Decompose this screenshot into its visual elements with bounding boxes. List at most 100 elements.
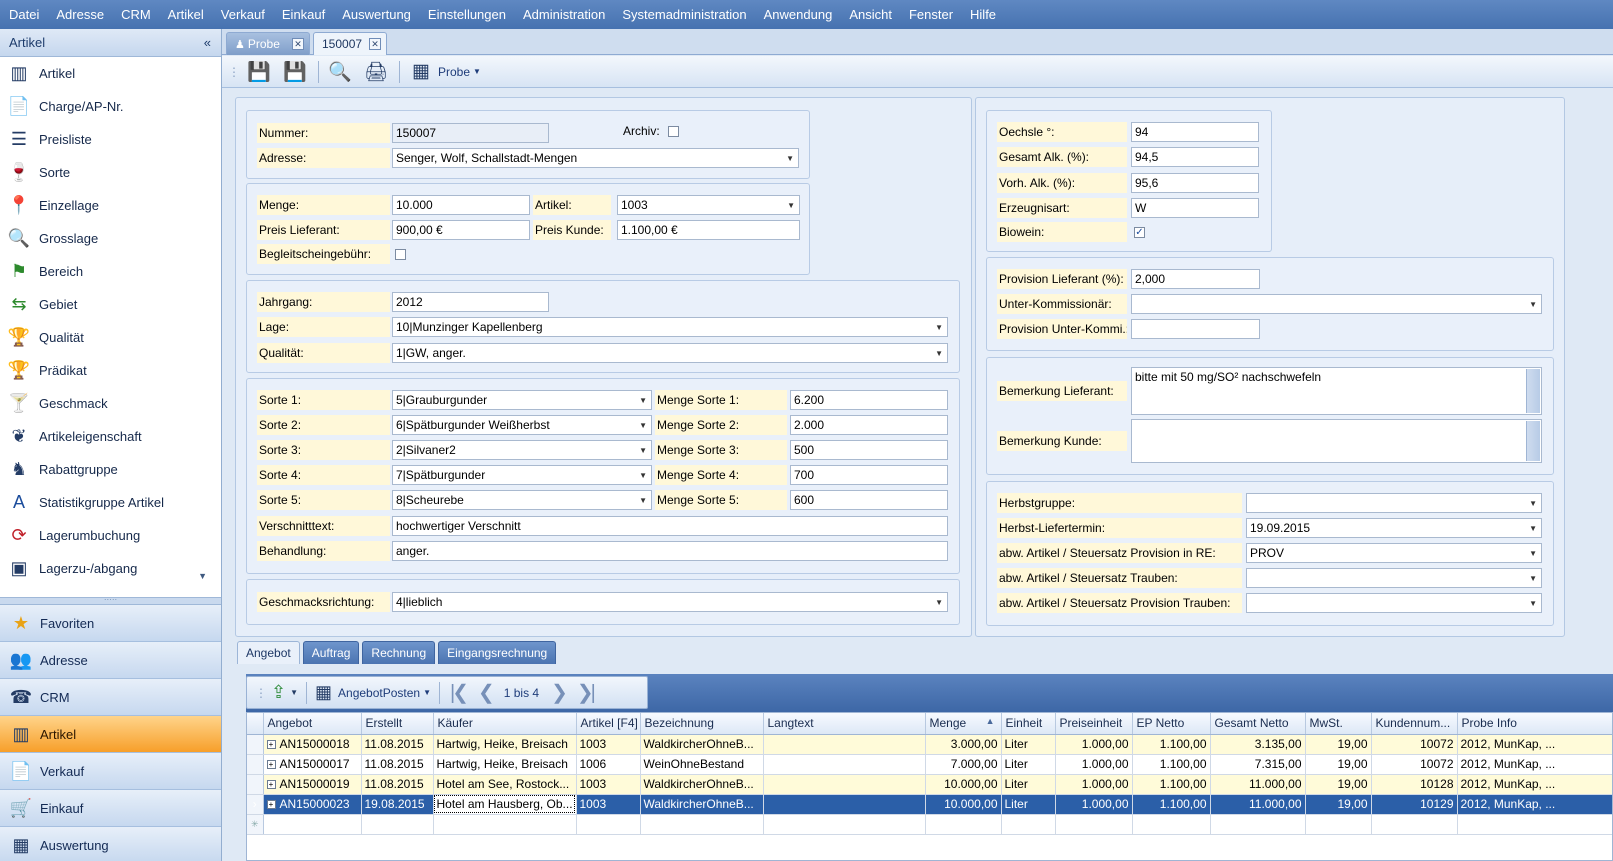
sidebar-splitter[interactable]: ·····	[0, 596, 221, 605]
export-button[interactable]: ⇪ ▼	[271, 682, 298, 703]
first-page-button[interactable]: |❮	[450, 680, 469, 705]
sidebar-item-5[interactable]: 🔍 Grosslage	[0, 222, 221, 255]
sidebar-item-9[interactable]: 🏆 Prädikat	[0, 354, 221, 387]
table-row[interactable]: › + AN15000023 19.08.2015 Hotel am Hausberg,…	[247, 794, 1612, 815]
table-row[interactable]: + AN15000019 11.08.2015 Hotel am See, Rosto…	[247, 774, 1612, 795]
sidebar-group-favoriten[interactable]: ★ Favoriten	[0, 605, 221, 642]
tab-probe[interactable]: ♟ Probe ✕	[226, 32, 310, 55]
next-page-button[interactable]: ❯	[551, 680, 568, 705]
menu-auswertung[interactable]: Auswertung	[333, 7, 419, 22]
save-close-button[interactable]: 💾	[244, 59, 274, 85]
behandlung-field[interactable]: anger.	[392, 541, 948, 561]
oechsle-field[interactable]: 94	[1131, 122, 1259, 142]
bemerkung-lieferant-field[interactable]: bitte mit 50 mg/SO² nachschwefeln	[1131, 367, 1542, 415]
row-indicator[interactable]	[247, 734, 264, 755]
column-header-6[interactable]: Menge ▲	[925, 713, 1002, 735]
tab-angebot[interactable]: Angebot	[237, 641, 300, 664]
menu-administration[interactable]: Administration	[514, 7, 613, 22]
row-indicator[interactable]	[247, 774, 264, 795]
sorte-4-select[interactable]: 7|Spätburgunder ▼	[392, 465, 652, 485]
sidebar-item-4[interactable]: 📍 Einzellage	[0, 189, 221, 222]
column-header-1[interactable]: Erstellt	[361, 713, 434, 735]
sidebar-item-7[interactable]: ⇆ Gebiet	[0, 288, 221, 321]
abw-provision-re-select[interactable]: PROV ▼	[1246, 543, 1542, 563]
sorte-3-select[interactable]: 2|Silvaner2 ▼	[392, 440, 652, 460]
sidebar-item-15[interactable]: ▣ Lagerzu-/abgang	[0, 552, 221, 585]
close-tab-probe-button[interactable]: ✕	[292, 38, 304, 50]
herbstgruppe-select[interactable]: ▼	[1246, 493, 1542, 513]
geschmacksrichtung-select[interactable]: 4|lieblich ▼	[392, 592, 948, 612]
table-row[interactable]: + AN15000018 11.08.2015 Hartwig, Heike, Bre…	[247, 734, 1612, 755]
adresse-select[interactable]: Senger, Wolf, Schallstadt-Mengen ▼	[392, 148, 799, 168]
column-header-3[interactable]: Artikel [F4]	[576, 713, 641, 735]
menu-crm[interactable]: CRM	[112, 7, 159, 22]
collapse-sidebar-button[interactable]: «	[204, 35, 211, 50]
menu-systemadministration[interactable]: Systemadministration	[613, 7, 754, 22]
lage-select[interactable]: 10|Munzinger Kapellenberg ▼	[392, 317, 948, 337]
expand-icon[interactable]: +	[266, 740, 276, 750]
menge-sorte-3-field[interactable]: 500	[790, 440, 948, 460]
print-button[interactable]: 🖨	[361, 59, 391, 85]
menge-sorte-4-field[interactable]: 700	[790, 465, 948, 485]
sidebar-group-einkauf[interactable]: 🛒 Einkauf	[0, 790, 221, 827]
sidebar-item-3[interactable]: 🍷 Sorte	[0, 156, 221, 189]
close-tab-150007-button[interactable]: ✕	[369, 38, 381, 50]
last-page-button[interactable]: ❯|	[577, 680, 596, 705]
jahrgang-field[interactable]: 2012	[392, 292, 549, 312]
column-header-10[interactable]: Gesamt Netto	[1210, 713, 1306, 735]
print-preview-button[interactable]: 🔍	[325, 59, 355, 85]
menge-sorte-2-field[interactable]: 2.000	[790, 415, 948, 435]
abw-trauben-select[interactable]: ▼	[1246, 568, 1542, 588]
menu-adresse[interactable]: Adresse	[47, 7, 112, 22]
verschnitttext-field[interactable]: hochwertiger Verschnitt	[392, 516, 948, 536]
layout-button[interactable]: ▦	[406, 59, 436, 85]
column-header-13[interactable]: Probe Info	[1457, 713, 1612, 735]
unter-kommissionaer-select[interactable]: ▼	[1131, 294, 1542, 314]
sidebar-item-10[interactable]: 🍸 Geschmack	[0, 387, 221, 420]
column-header-0[interactable]: Angebot	[263, 713, 362, 735]
artikel-select[interactable]: 1003 ▼	[617, 195, 800, 215]
sidebar-group-crm[interactable]: ☎ CRM	[0, 679, 221, 716]
expand-icon[interactable]: +	[266, 780, 276, 790]
erzeugnisart-field[interactable]: W	[1131, 198, 1259, 218]
sidebar-group-artikel[interactable]: ▥ Artikel	[0, 716, 221, 753]
scrollbar[interactable]	[1526, 369, 1540, 413]
column-header-8[interactable]: Preiseinheit	[1055, 713, 1133, 735]
nummer-field[interactable]: 150007	[392, 123, 549, 143]
menu-verkauf[interactable]: Verkauf	[212, 7, 273, 22]
preis-lieferant-field[interactable]: 900,00 €	[392, 220, 530, 240]
menu-artikel[interactable]: Artikel	[159, 7, 212, 22]
sidebar-item-14[interactable]: ⟳ Lagerumbuchung	[0, 519, 221, 552]
column-header-7[interactable]: Einheit	[1001, 713, 1056, 735]
tab-rechnung[interactable]: Rechnung	[362, 641, 436, 664]
menu-datei[interactable]: Datei	[0, 7, 47, 22]
scrollbar[interactable]	[1526, 421, 1540, 461]
row-indicator[interactable]	[247, 754, 264, 775]
menu-anwendung[interactable]: Anwendung	[755, 7, 841, 22]
angebotposten-button[interactable]: ▦ AngebotPosten ▼	[315, 682, 431, 703]
column-header-5[interactable]: Langtext	[763, 713, 926, 735]
prev-page-button[interactable]: ❮	[478, 680, 495, 705]
tab-eingangsrechnung[interactable]: Eingangsrechnung	[438, 641, 557, 664]
menge-sorte-1-field[interactable]: 6.200	[790, 390, 948, 410]
save-button[interactable]: 💾	[280, 59, 310, 85]
sidebar-item-2[interactable]: ☰ Preisliste	[0, 123, 221, 156]
menu-ansicht[interactable]: Ansicht	[840, 7, 900, 22]
chevron-down-icon[interactable]: ▼	[198, 571, 207, 581]
tab-150007[interactable]: 150007 ✕	[313, 32, 387, 55]
qualitaet-select[interactable]: 1|GW, anger. ▼	[392, 343, 948, 363]
provision-lieferant-field[interactable]: 2,000	[1131, 269, 1260, 289]
provision-unter-kommi-field[interactable]	[1131, 319, 1260, 339]
sidebar-item-8[interactable]: 🏆 Qualität	[0, 321, 221, 354]
sorte-1-select[interactable]: 5|Grauburgunder ▼	[392, 390, 652, 410]
sidebar-item-0[interactable]: ▥ Artikel	[0, 57, 221, 90]
expand-icon[interactable]: +	[266, 800, 276, 810]
gesamt-alk-field[interactable]: 94,5	[1131, 147, 1259, 167]
tab-auftrag[interactable]: Auftrag	[302, 641, 360, 664]
sidebar-item-6[interactable]: ⚑ Bereich	[0, 255, 221, 288]
expand-icon[interactable]: +	[266, 760, 276, 770]
probe-dropdown[interactable]: Probe ▼	[438, 65, 481, 79]
menu-einkauf[interactable]: Einkauf	[273, 7, 333, 22]
archiv-checkbox[interactable]	[668, 126, 679, 137]
sidebar-group-adresse[interactable]: 👥 Adresse	[0, 642, 221, 679]
